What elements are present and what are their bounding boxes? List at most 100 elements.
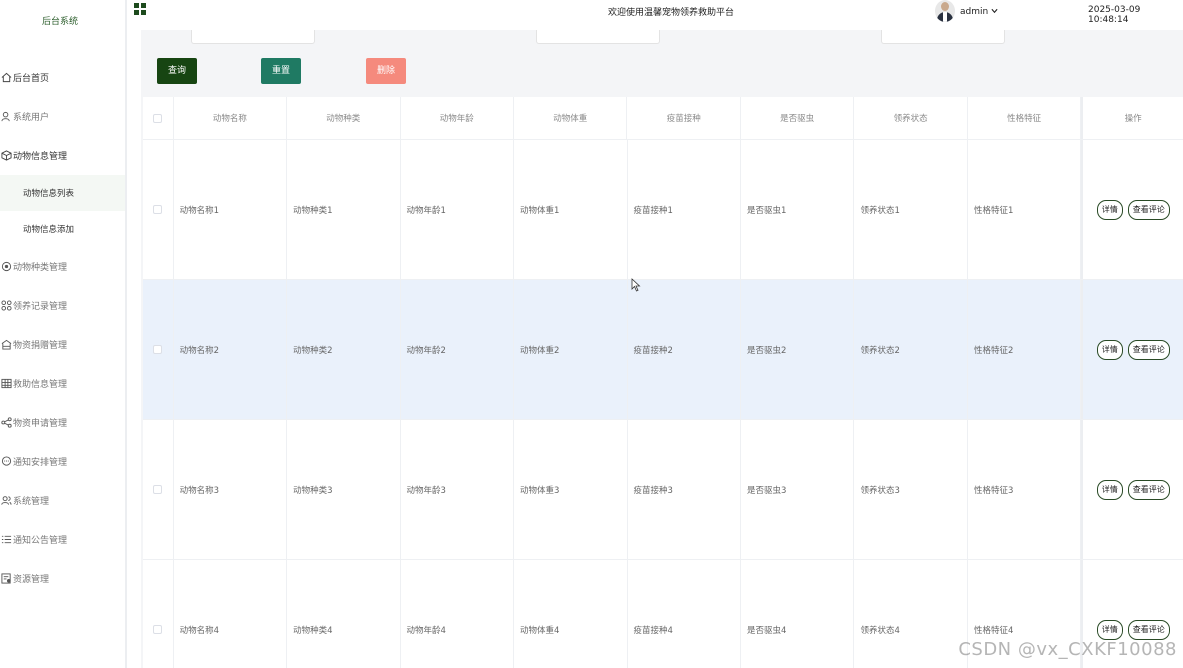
sidebar-item-label: 系统用户 [13, 113, 50, 123]
sidebar-item-label: 领养记录管理 [13, 302, 68, 312]
table-cell: 疫苗接种2 [628, 280, 741, 419]
table-row[interactable]: 动物名称2 动物种类2 动物年龄2 动物体重2 疫苗接种2 是否驱虫2 领养状态… [143, 280, 1183, 420]
sidebar: 后台系统 后台首页 系统用户 动物信息管理 动物信息列表 动物信息添加 动物种类… [0, 0, 127, 668]
table-cell: 动物种类2 [287, 280, 401, 419]
watermark: CSDN @vx_CXKF10088 [958, 639, 1177, 660]
sidebar-item-animal-info[interactable]: 动物信息管理 [0, 136, 125, 175]
table-cell: 动物名称3 [174, 420, 288, 559]
sidebar-item-rescue-info[interactable]: 救助信息管理 [0, 364, 125, 403]
row-checkbox-cell [143, 560, 174, 668]
top-bar: 欢迎使用温馨宠物领养救助平台 admin 2025-03-09 10:48:14 [127, 0, 1183, 30]
query-button[interactable]: 查询 [157, 58, 197, 84]
column-header[interactable]: 是否驱虫 [741, 97, 855, 139]
row-checkbox[interactable] [153, 625, 163, 634]
actions-cell: 详情 查看评论 [1081, 420, 1183, 559]
table-cell: 动物体重2 [514, 280, 628, 419]
sidebar-item-adoption-records[interactable]: 领养记录管理 [0, 286, 125, 325]
table-row[interactable]: 动物名称3 动物种类3 动物年龄3 动物体重3 疫苗接种3 是否驱虫3 领养状态… [143, 420, 1183, 560]
table-cell: 动物体重4 [514, 560, 628, 668]
share-icon [0, 417, 12, 429]
mouse-cursor-icon [631, 278, 641, 292]
sidebar-item-label: 系统管理 [13, 497, 50, 507]
sidebar-item-label: 救助信息管理 [13, 380, 68, 390]
search-input[interactable] [191, 30, 315, 44]
column-header[interactable]: 动物年龄 [401, 97, 514, 139]
table-cell: 动物种类3 [287, 420, 401, 559]
table-header-row: 动物名称 动物种类 动物年龄 动物体重 疫苗接种 是否驱虫 领养状态 性格特征 … [143, 97, 1183, 140]
target-icon [0, 261, 12, 273]
sidebar-item-label: 通知公告管理 [13, 536, 68, 546]
actions-cell: 详情 查看评论 [1081, 280, 1183, 419]
row-checkbox-cell [143, 140, 174, 279]
table-cell: 是否驱虫3 [741, 420, 855, 559]
view-comments-button[interactable]: 查看评论 [1127, 199, 1170, 220]
sidebar-item-animal-category[interactable]: 动物种类管理 [0, 247, 125, 286]
sidebar-item-label: 动物种类管理 [13, 263, 68, 273]
row-checkbox[interactable] [153, 205, 163, 214]
table-cell: 动物名称1 [174, 140, 288, 279]
table-cell: 疫苗接种1 [628, 140, 741, 279]
table-cell: 疫苗接种3 [628, 420, 741, 559]
delete-button[interactable]: 删除 [366, 58, 406, 84]
column-header[interactable]: 动物体重 [514, 97, 628, 139]
detail-button[interactable]: 详情 [1096, 479, 1123, 500]
table-cell: 是否驱虫4 [741, 560, 855, 668]
column-header[interactable]: 动物名称 [174, 97, 288, 139]
resource-icon [0, 573, 12, 585]
column-header[interactable]: 领养状态 [854, 97, 968, 139]
table-row[interactable]: 动物名称1 动物种类1 动物年龄1 动物体重1 疫苗接种1 是否驱虫1 领养状态… [143, 140, 1183, 280]
search-input[interactable] [536, 30, 660, 44]
sidebar-item-label: 资源管理 [13, 575, 50, 585]
actions-cell: 详情 查看评论 [1081, 140, 1183, 279]
home-outline-icon [0, 339, 12, 351]
table-cell: 动物年龄4 [401, 560, 515, 668]
detail-button[interactable]: 详情 [1096, 199, 1123, 220]
row-checkbox[interactable] [153, 345, 163, 354]
avatar[interactable] [935, 0, 955, 22]
sidebar-item-label: 动物信息管理 [13, 152, 68, 162]
table-cell: 领养状态3 [854, 420, 968, 559]
table-cell: 领养状态2 [854, 280, 968, 419]
reset-button[interactable]: 重置 [261, 58, 301, 84]
view-comments-button[interactable]: 查看评论 [1127, 479, 1170, 500]
welcome-title: 欢迎使用温馨宠物领养救助平台 [608, 8, 735, 18]
row-checkbox-cell [143, 420, 174, 559]
table-cell: 性格特征2 [968, 280, 1082, 419]
sidebar-item-notice-schedule[interactable]: 通知安排管理 [0, 442, 125, 481]
table-cell: 疫苗接种4 [628, 560, 741, 668]
view-comments-button[interactable]: 查看评论 [1127, 619, 1170, 640]
row-checkbox[interactable] [153, 485, 163, 494]
sidebar-item-announcements[interactable]: 通知公告管理 [0, 520, 125, 559]
sidebar-item-donations[interactable]: 物资捐赠管理 [0, 325, 125, 364]
column-header[interactable]: 性格特征 [968, 97, 1082, 139]
column-header: 操作 [1081, 97, 1183, 139]
view-comments-button[interactable]: 查看评论 [1127, 339, 1170, 360]
table-cell: 动物种类4 [287, 560, 401, 668]
cube-icon [0, 150, 12, 162]
sidebar-item-home[interactable]: 后台首页 [0, 58, 125, 97]
detail-button[interactable]: 详情 [1096, 339, 1123, 360]
table-cell: 动物体重3 [514, 420, 628, 559]
user-menu[interactable]: admin [960, 7, 998, 17]
table-cell: 是否驱虫2 [741, 280, 855, 419]
sidebar-item-system-management[interactable]: 系统管理 [0, 481, 125, 520]
table-cell: 动物体重1 [514, 140, 628, 279]
menu-grid-icon[interactable] [134, 3, 147, 16]
row-checkbox-cell [143, 280, 174, 419]
table-cell: 动物年龄1 [401, 140, 515, 279]
search-input[interactable] [881, 30, 1005, 44]
table-cell: 性格特征3 [968, 420, 1082, 559]
column-header[interactable]: 动物种类 [287, 97, 401, 139]
brand-title: 后台系统 [41, 17, 78, 27]
sidebar-item-resources[interactable]: 资源管理 [0, 559, 125, 598]
detail-button[interactable]: 详情 [1096, 619, 1123, 640]
column-header[interactable]: 疫苗接种 [627, 97, 741, 139]
grid-table-icon [0, 378, 12, 390]
select-all-checkbox[interactable] [153, 113, 163, 123]
sidebar-subitem-animal-add[interactable]: 动物信息添加 [0, 211, 125, 247]
home-icon [0, 72, 12, 84]
sidebar-item-supply-requests[interactable]: 物资申请管理 [0, 403, 125, 442]
apps-icon [0, 300, 12, 312]
sidebar-item-system-users[interactable]: 系统用户 [0, 97, 125, 136]
sidebar-subitem-animal-list[interactable]: 动物信息列表 [0, 175, 125, 211]
